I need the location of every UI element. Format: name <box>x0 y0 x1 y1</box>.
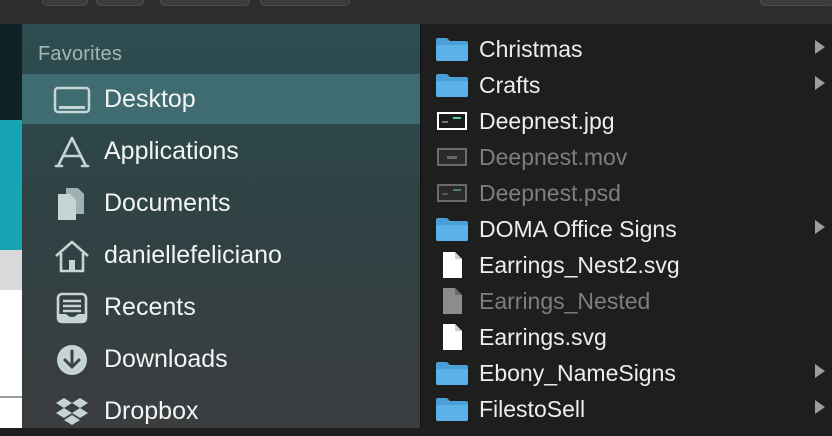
sidebar-item-home[interactable]: daniellefeliciano <box>22 230 420 280</box>
image-file-icon <box>437 112 467 130</box>
document-icon <box>443 324 462 350</box>
dialog-toolbar <box>0 0 832 24</box>
applications-icon <box>54 136 90 168</box>
sidebar: Favorites Desktop Applications Documents… <box>22 24 420 428</box>
sidebar-item-documents[interactable]: Documents <box>22 178 420 228</box>
sidebar-item-label: Recents <box>104 293 196 321</box>
toolbar-button-group[interactable] <box>260 0 350 6</box>
background-banner <box>0 120 22 250</box>
sidebar-item-applications[interactable]: Applications <box>22 126 420 176</box>
document-icon <box>443 288 462 314</box>
file-name: Christmas <box>479 36 583 62</box>
sidebar-item-label: Desktop <box>104 85 196 113</box>
chevron-right-icon <box>815 364 825 378</box>
list-item-earrings-nest2[interactable]: Earrings_Nest2.svg <box>421 246 832 282</box>
background-strip <box>0 250 22 290</box>
folder-icon <box>436 218 468 241</box>
file-name: FilestoSell <box>479 396 586 422</box>
folder-icon <box>436 398 468 421</box>
chevron-right-icon <box>815 40 825 54</box>
file-name: Earrings_Nest2.svg <box>479 252 680 278</box>
toolbar-button-back[interactable] <box>42 0 88 6</box>
file-name: Deepnest.psd <box>479 180 621 206</box>
sidebar-item-label: Applications <box>104 137 239 165</box>
list-item-christmas[interactable]: Christmas <box>421 30 832 66</box>
sidebar-item-label: Dropbox <box>104 397 199 425</box>
sidebar-item-dropbox[interactable]: Dropbox <box>22 386 420 436</box>
documents-icon <box>58 188 84 220</box>
chevron-right-icon <box>815 76 825 90</box>
dropbox-icon <box>56 398 88 425</box>
home-icon <box>55 240 89 273</box>
list-item-doma-office-signs[interactable]: DOMA Office Signs <box>421 210 832 246</box>
file-list: Christmas Crafts Deepnest.jpg Deepnest.m… <box>420 24 832 428</box>
sidebar-item-downloads[interactable]: Downloads <box>22 334 420 384</box>
list-item-ebony-namesigns[interactable]: Ebony_NameSigns <box>421 354 832 390</box>
file-name: Deepnest.jpg <box>479 108 615 134</box>
list-item-deepnest-mov[interactable]: Deepnest.mov <box>421 138 832 174</box>
sidebar-item-label: Downloads <box>104 345 228 373</box>
sidebar-item-label: daniellefeliciano <box>104 241 282 269</box>
sidebar-item-label: Documents <box>104 189 231 217</box>
list-item-deepnest-psd[interactable]: Deepnest.psd <box>421 174 832 210</box>
file-name: Crafts <box>479 72 541 98</box>
file-name: DOMA Office Signs <box>479 216 677 242</box>
file-name: Earrings_Nested <box>479 288 651 314</box>
downloads-icon <box>57 345 87 375</box>
list-item-earrings-nested[interactable]: Earrings_Nested <box>421 282 832 318</box>
sidebar-item-recents[interactable]: Recents <box>22 282 420 332</box>
list-item-crafts[interactable]: Crafts <box>421 66 832 102</box>
chevron-right-icon <box>815 400 825 414</box>
favorites-section-title: Favorites <box>38 43 123 65</box>
video-file-icon <box>437 148 467 166</box>
list-item-filestosell[interactable]: FilestoSell <box>421 390 832 426</box>
background-content <box>0 290 22 428</box>
chevron-right-icon <box>815 220 825 234</box>
image-file-icon <box>437 184 467 202</box>
recents-icon <box>56 292 88 324</box>
file-name: Earrings.svg <box>479 324 607 350</box>
sidebar-item-desktop[interactable]: Desktop <box>22 74 420 124</box>
folder-icon <box>436 74 468 97</box>
file-name: Deepnest.mov <box>479 144 628 170</box>
toolbar-button-search[interactable] <box>760 0 832 6</box>
folder-icon <box>436 38 468 61</box>
toolbar-button-view[interactable] <box>160 0 250 6</box>
list-item-deepnest-jpg[interactable]: Deepnest.jpg <box>421 102 832 138</box>
background-divider <box>0 396 22 398</box>
background-window <box>0 0 22 428</box>
folder-icon <box>436 362 468 385</box>
file-name: Ebony_NameSigns <box>479 360 676 386</box>
toolbar-button-forward[interactable] <box>96 0 144 6</box>
list-item-earrings-svg[interactable]: Earrings.svg <box>421 318 832 354</box>
desktop-icon <box>53 86 91 114</box>
document-icon <box>443 252 462 278</box>
